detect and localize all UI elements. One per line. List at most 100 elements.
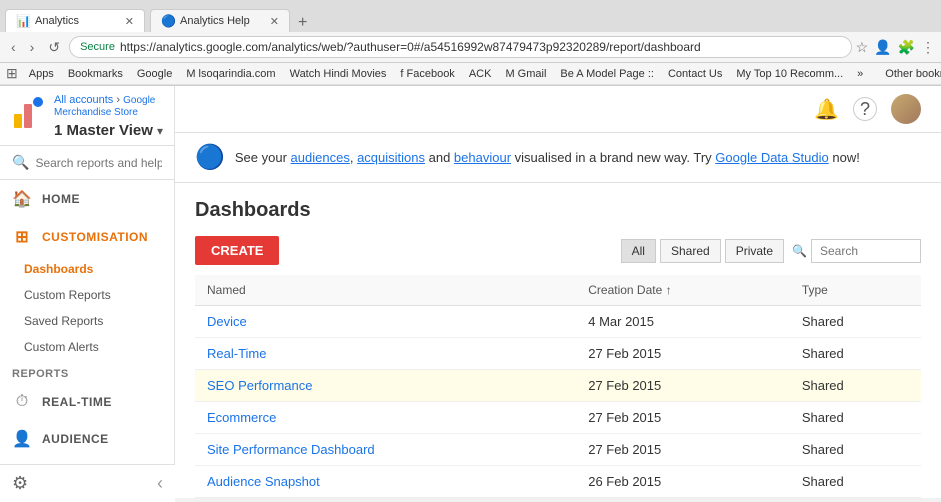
address-box[interactable]: Secure https://analytics.google.com/anal… [69,36,851,58]
audience-icon: 👤 [12,429,32,449]
table-header: Named Creation Date ↑ Type [195,275,921,306]
back-button[interactable]: ‹ [6,37,21,57]
settings-icon[interactable]: ⚙ [12,473,28,494]
bookmark-contact[interactable]: Contact Us [665,67,725,81]
cell-type-3: Shared [790,402,921,434]
tab-bar: 📊 Analytics ✕ 🔵 Analytics Help ✕ + [0,0,941,32]
cell-name-3: Ecommerce [195,402,576,434]
address-text: https://analytics.google.com/analytics/w… [120,40,701,54]
filter-shared[interactable]: Shared [660,239,721,263]
table-body: Device 4 Mar 2015 Shared Real-Time 27 Fe… [195,306,921,498]
create-button[interactable]: CREATE [195,236,279,265]
bookmark-gmail2[interactable]: M Gmail [502,67,549,81]
cell-date-4: 27 Feb 2015 [576,434,790,466]
filter-search-icon: 🔍 [792,244,807,258]
cell-date-2: 27 Feb 2015 [576,370,790,402]
tab-close-analytics[interactable]: ✕ [125,15,134,28]
bookmark-google[interactable]: Google [134,67,175,81]
extensions-icon[interactable]: 🧩 [898,39,915,56]
all-accounts-link[interactable]: All accounts [54,94,113,106]
menu-icon[interactable]: ⋮ [921,39,935,56]
bookmark-apps[interactable]: Apps [26,67,57,81]
sidebar-item-customisation[interactable]: ⊞ CUSTOMISATION [0,218,174,256]
banner-link-acquisitions[interactable]: acquisitions [357,150,425,165]
cell-name-5: Audience Snapshot [195,466,576,498]
bookmark-top10[interactable]: My Top 10 Recomm... [733,67,846,81]
ga-top-right: 🔔 ? [814,94,921,124]
sidebar-item-audience[interactable]: 👤 AUDIENCE [0,420,174,458]
tab-title-analytics: Analytics [35,15,119,27]
account-info: All accounts › Google Merchandise Store … [54,94,164,139]
sidebar-search-input[interactable] [35,156,162,170]
bookmark-more[interactable]: » [854,67,866,81]
cell-date-5: 26 Feb 2015 [576,466,790,498]
filter-group: All Shared Private 🔍 [621,239,921,263]
tab-help[interactable]: 🔵 Analytics Help ✕ [150,9,290,32]
avatar[interactable] [891,94,921,124]
sidebar-item-home[interactable]: 🏠 HOME [0,180,174,218]
banner-text: See your audiences, acquisitions and beh… [235,150,860,165]
tab-analytics[interactable]: 📊 Analytics ✕ [5,9,145,32]
bookmark-ack[interactable]: ACK [466,67,495,81]
banner-link-audiences[interactable]: audiences [291,150,350,165]
sidebar-item-realtime[interactable]: ⏱ REAL-TIME [0,384,174,420]
table-header-row: Named Creation Date ↑ Type [195,275,921,306]
banner: 🔵 See your audiences, acquisitions and b… [175,133,941,183]
bookmarks-bar: ⊞ Apps Bookmarks Google M lsoqarindia.co… [0,63,941,85]
audience-label: AUDIENCE [42,432,109,446]
dashboard-link-2[interactable]: SEO Performance [207,378,313,393]
dashboards-table: Named Creation Date ↑ Type Device 4 [195,275,921,498]
view-dropdown-icon[interactable]: ▾ [157,124,163,138]
bookmark-movies[interactable]: Watch Hindi Movies [287,67,390,81]
cell-type-0: Shared [790,306,921,338]
filter-search-input[interactable] [811,239,921,263]
help-icon[interactable]: ? [853,97,877,121]
new-tab-button[interactable]: + [290,14,315,32]
filter-all[interactable]: All [621,239,656,263]
bookmark-facebook[interactable]: f Facebook [397,67,457,81]
forward-button[interactable]: › [25,37,40,57]
bookmark-bookmarks[interactable]: Bookmarks [65,67,126,81]
dashboard-link-3[interactable]: Ecommerce [207,410,276,425]
filter-private[interactable]: Private [725,239,784,263]
dashboard-link-5[interactable]: Audience Snapshot [207,474,320,489]
dashboard-link-0[interactable]: Device [207,314,247,329]
address-bar-row: ‹ › ↺ Secure https://analytics.google.co… [0,32,941,63]
apps-grid-icon[interactable]: ⊞ [6,65,18,82]
customisation-icon: ⊞ [12,227,32,247]
sidebar-sub-custom-reports[interactable]: Custom Reports [0,282,174,308]
tab-favicon-help: 🔵 [161,14,175,28]
customisation-sub-items: Dashboards Custom Reports Saved Reports … [0,256,174,360]
profile-icon[interactable]: 👤 [874,39,891,56]
table-row: Real-Time 27 Feb 2015 Shared [195,338,921,370]
sidebar-collapse-icon[interactable]: ‹ [157,473,163,494]
secure-badge: Secure [80,41,115,53]
dashboard-link-4[interactable]: Site Performance Dashboard [207,442,375,457]
table-row: Device 4 Mar 2015 Shared [195,306,921,338]
notification-bell-icon[interactable]: 🔔 [814,97,839,122]
cell-name-2: SEO Performance [195,370,576,402]
realtime-label: REAL-TIME [42,395,112,409]
banner-link-datastudio[interactable]: Google Data Studio [715,150,828,165]
cell-date-0: 4 Mar 2015 [576,306,790,338]
table-row: SEO Performance 27 Feb 2015 Shared [195,370,921,402]
tab-close-help[interactable]: ✕ [270,15,279,28]
sidebar-sub-custom-alerts[interactable]: Custom Alerts [0,334,174,360]
sort-icon[interactable]: ↑ [666,283,672,297]
cell-date-3: 27 Feb 2015 [576,402,790,434]
bookmark-other[interactable]: Other bookmarks [882,67,941,81]
dashboard-link-1[interactable]: Real-Time [207,346,266,361]
cell-type-2: Shared [790,370,921,402]
sidebar-sub-saved-reports[interactable]: Saved Reports [0,308,174,334]
dashboards-section: Dashboards CREATE All Shared Private 🔍 [175,183,941,498]
bookmark-icon[interactable]: ☆ [856,39,869,56]
dashboards-title: Dashboards [195,199,921,222]
banner-link-behaviour[interactable]: behaviour [454,150,511,165]
account-breadcrumb: All accounts › Google Merchandise Store [54,94,164,118]
bookmark-gmail[interactable]: M lsoqarindia.com [183,67,278,81]
sidebar-sub-dashboards[interactable]: Dashboards [0,256,174,282]
banner-icon: 🔵 [195,143,225,172]
bookmark-model[interactable]: Be A Model Page :: [557,67,657,81]
cell-name-1: Real-Time [195,338,576,370]
reload-button[interactable]: ↺ [43,37,65,58]
